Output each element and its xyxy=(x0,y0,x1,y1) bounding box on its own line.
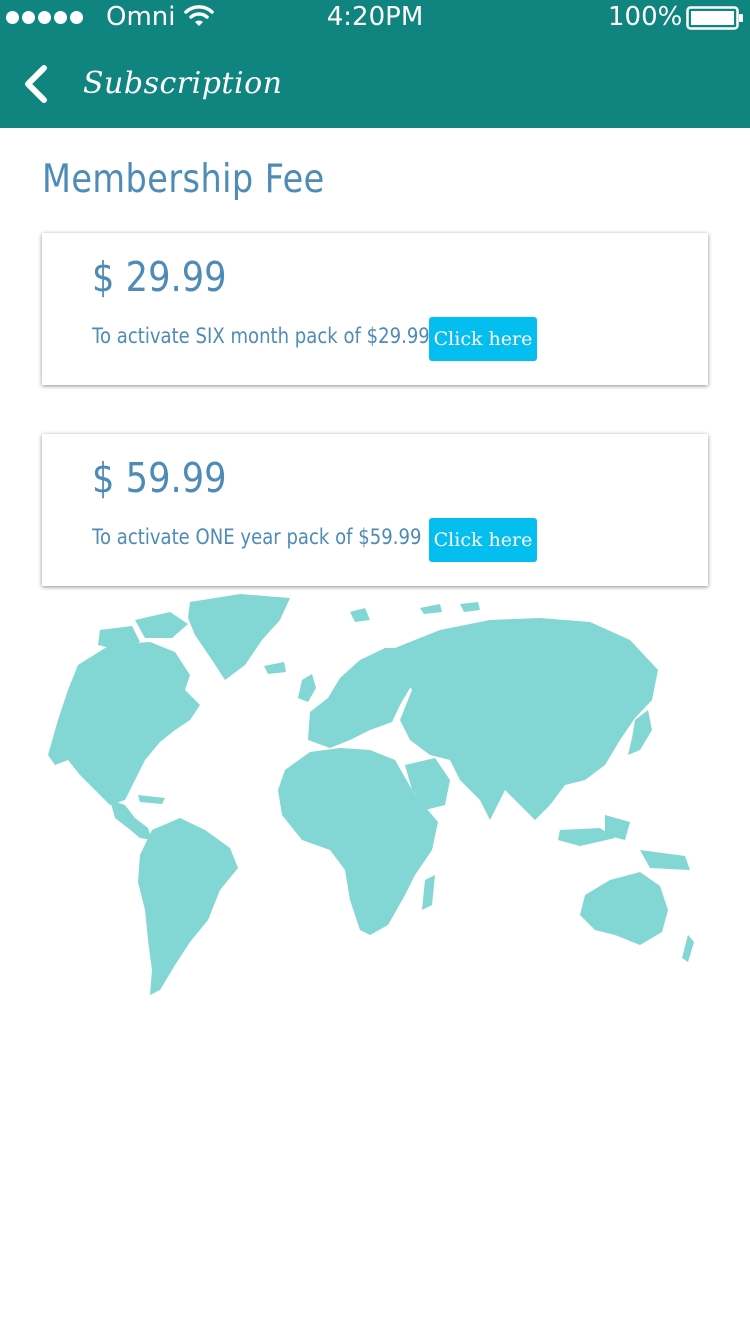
world-map xyxy=(48,594,694,995)
back-button[interactable] xyxy=(18,62,58,110)
back-chevron-icon xyxy=(25,65,47,103)
app-header: Omni 4:20PM 100% Subscription xyxy=(0,0,750,128)
status-bar: Omni 4:20PM 100% xyxy=(0,0,750,36)
plan-description: To activate SIX month pack of $29.99 xyxy=(92,324,430,348)
plan-price: $ 29.99 xyxy=(92,253,227,301)
battery-percent: 100% xyxy=(608,2,683,32)
plan-card-one-year: $ 59.99 To activate ONE year pack of $59… xyxy=(42,434,708,586)
plan-price: $ 59.99 xyxy=(92,454,227,502)
battery-icon xyxy=(686,6,743,30)
section-title: Membership Fee xyxy=(42,157,325,202)
plan-description: To activate ONE year pack of $59.99 xyxy=(92,525,422,549)
activate-six-month-button[interactable]: Click here xyxy=(429,317,537,361)
page-title: Subscription xyxy=(83,66,283,101)
activate-one-year-button[interactable]: Click here xyxy=(429,518,537,562)
plan-card-six-month: $ 29.99 To activate SIX month pack of $2… xyxy=(42,233,708,385)
